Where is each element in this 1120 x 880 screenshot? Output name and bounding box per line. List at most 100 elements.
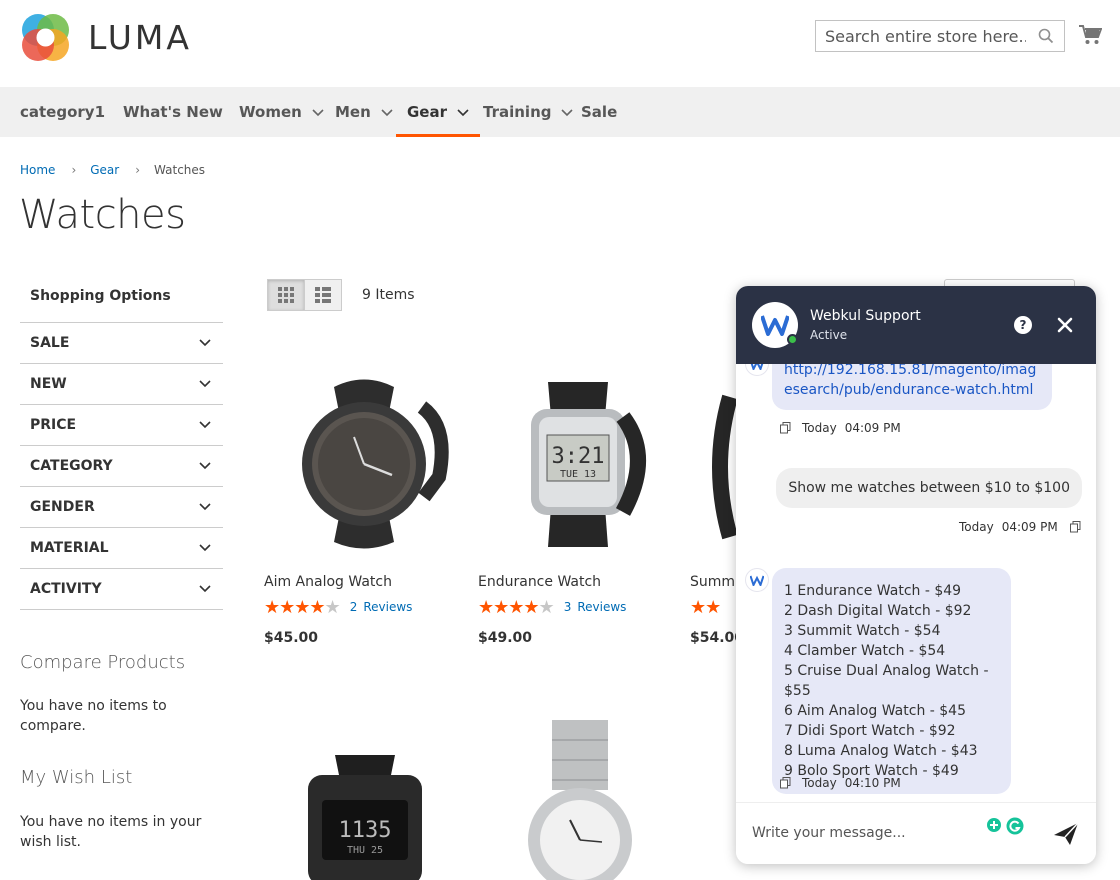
nav-item-sale[interactable]: Sale — [581, 87, 617, 137]
grid-view-button[interactable] — [267, 279, 305, 311]
search-icon[interactable] — [1038, 28, 1054, 49]
list-item: 5 Cruise Dual Analog Watch - $55 — [784, 663, 989, 699]
nav-item-men[interactable]: Men — [335, 87, 393, 137]
wish-list-title: My Wish List — [20, 767, 133, 788]
svg-text:3:21: 3:21 — [552, 444, 605, 469]
message-meta: Today 04:09 PM — [780, 421, 901, 435]
copy-icon[interactable] — [780, 777, 791, 789]
items-count: 9 Items — [362, 287, 415, 303]
product-image[interactable]: 1135 THU 25 — [290, 755, 440, 880]
chat-widget: Webkul Support Active ? http://192.168.1… — [736, 286, 1096, 864]
product-card[interactable]: Aim Analog Watch ★★★★★ 2 Reviews $45.00 — [264, 362, 464, 646]
logo-text: LUMA — [88, 18, 192, 57]
filter-activity[interactable]: ACTIVITY — [20, 569, 223, 610]
nav-item-category1[interactable]: category1 — [20, 87, 105, 137]
filter-price[interactable]: PRICE — [20, 405, 223, 446]
list-view-button[interactable] — [304, 279, 342, 311]
product-link[interactable]: http://192.168.15.81/magento/imagesearch… — [784, 364, 1036, 398]
list-item: 4 Clamber Watch - $54 — [784, 643, 946, 659]
cart-icon[interactable] — [1078, 24, 1103, 51]
rating-stars: ★★★★★ — [478, 597, 555, 617]
search-box — [815, 20, 1065, 52]
filter-category[interactable]: CATEGORY — [20, 446, 223, 487]
nav-item-gear[interactable]: Gear — [395, 87, 481, 137]
chevron-down-icon — [381, 109, 393, 117]
message-meta: Today 04:09 PM — [959, 520, 1081, 534]
grammarly-plus-icon[interactable] — [986, 817, 1002, 833]
send-icon[interactable] — [1052, 821, 1080, 852]
grammarly-icons[interactable] — [986, 817, 1024, 835]
filter-label: NEW — [30, 376, 67, 392]
list-item: 3 Summit Watch - $54 — [784, 623, 941, 639]
rating-stars: ★★★★★ — [264, 597, 341, 617]
chevron-down-icon — [199, 462, 211, 470]
copy-icon[interactable] — [1069, 521, 1081, 533]
search-input[interactable] — [816, 21, 1026, 51]
nav-item-training[interactable]: Training — [483, 87, 574, 137]
list-item: 8 Luma Analog Watch - $43 — [784, 743, 978, 759]
breadcrumb-home[interactable]: Home — [20, 163, 55, 177]
product-name[interactable]: Endurance Watch — [478, 574, 678, 590]
chevron-down-icon — [457, 109, 469, 117]
product-price: $49.00 — [478, 630, 533, 646]
bot-avatar-icon — [745, 568, 769, 592]
nav-item-women[interactable]: Women — [239, 87, 324, 137]
filter-sale[interactable]: SALE — [20, 323, 223, 364]
wish-list-text: You have no items in your wish list. — [20, 814, 202, 850]
chat-agent-name: Webkul Support — [810, 308, 921, 324]
copy-icon[interactable] — [780, 422, 791, 434]
chat-composer — [736, 802, 1096, 864]
view-mode-switcher — [267, 279, 342, 311]
list-icon — [315, 287, 331, 303]
product-name[interactable]: Summ — [690, 574, 736, 590]
svg-text:1135: 1135 — [339, 818, 392, 843]
filter-new[interactable]: NEW — [20, 364, 223, 405]
product-image[interactable]: 3:21 TUE 13 — [478, 362, 678, 562]
help-icon[interactable]: ? — [1014, 316, 1032, 334]
luma-logo[interactable]: LUMA — [20, 12, 192, 63]
product-rating: ★★ — [690, 598, 736, 616]
chat-messages: http://192.168.15.81/magento/imagesearch… — [736, 364, 1096, 802]
product-card[interactable]: 3:21 TUE 13 Endurance Watch ★★★★★ 3 Revie… — [478, 362, 678, 646]
chevron-down-icon — [199, 503, 211, 511]
reviews-link[interactable]: 2 Reviews — [350, 600, 413, 614]
breadcrumb-gear[interactable]: Gear — [90, 163, 119, 177]
filter-label: MATERIAL — [30, 540, 109, 556]
compare-products-text: You have no items to compare. — [20, 698, 167, 734]
site-header: LUMA — [0, 0, 1120, 87]
filter-label: SALE — [30, 335, 70, 351]
user-message: Show me watches between $10 to $100 — [776, 468, 1082, 508]
product-image[interactable] — [690, 362, 736, 562]
product-image[interactable] — [264, 362, 464, 562]
chevron-down-icon — [312, 109, 324, 117]
bot-message: 1 Endurance Watch - $49 2 Dash Digital W… — [772, 568, 1011, 794]
filter-gender[interactable]: GENDER — [20, 487, 223, 528]
product-rating: ★★★★★ 3 Reviews — [478, 598, 678, 616]
product-name[interactable]: Aim Analog Watch — [264, 574, 464, 590]
grammarly-g-icon[interactable] — [1006, 817, 1024, 835]
svg-text:TUE 13: TUE 13 — [560, 469, 596, 480]
chevron-down-icon — [199, 380, 211, 388]
grid-icon — [278, 287, 294, 303]
filter-label: GENDER — [30, 499, 95, 515]
message-meta: Today 04:10 PM — [780, 776, 901, 790]
filter-material[interactable]: MATERIAL — [20, 528, 223, 569]
list-item: 2 Dash Digital Watch - $92 — [784, 603, 972, 619]
reviews-link[interactable]: 3 Reviews — [564, 600, 627, 614]
chevron-down-icon — [561, 109, 574, 117]
breadcrumb-current: Watches — [154, 163, 206, 177]
main-navigation: category1 What's New Women Men Gear Trai… — [0, 87, 1120, 137]
product-rating: ★★★★★ 2 Reviews — [264, 598, 464, 616]
product-card[interactable]: Summ ★★ $54.00 — [690, 362, 736, 646]
luma-logo-mark — [20, 12, 71, 63]
message-input[interactable] — [752, 821, 972, 845]
chat-agent-status: Active — [810, 328, 848, 342]
filter-label: CATEGORY — [30, 458, 113, 474]
product-image[interactable] — [520, 720, 640, 880]
nav-item-whats-new[interactable]: What's New — [123, 87, 223, 137]
svg-text:THU 25: THU 25 — [347, 845, 383, 856]
page-title: Watches — [19, 192, 186, 238]
chat-header: Webkul Support Active ? — [736, 286, 1096, 364]
close-icon[interactable] — [1056, 316, 1074, 339]
chevron-down-icon — [199, 339, 211, 347]
